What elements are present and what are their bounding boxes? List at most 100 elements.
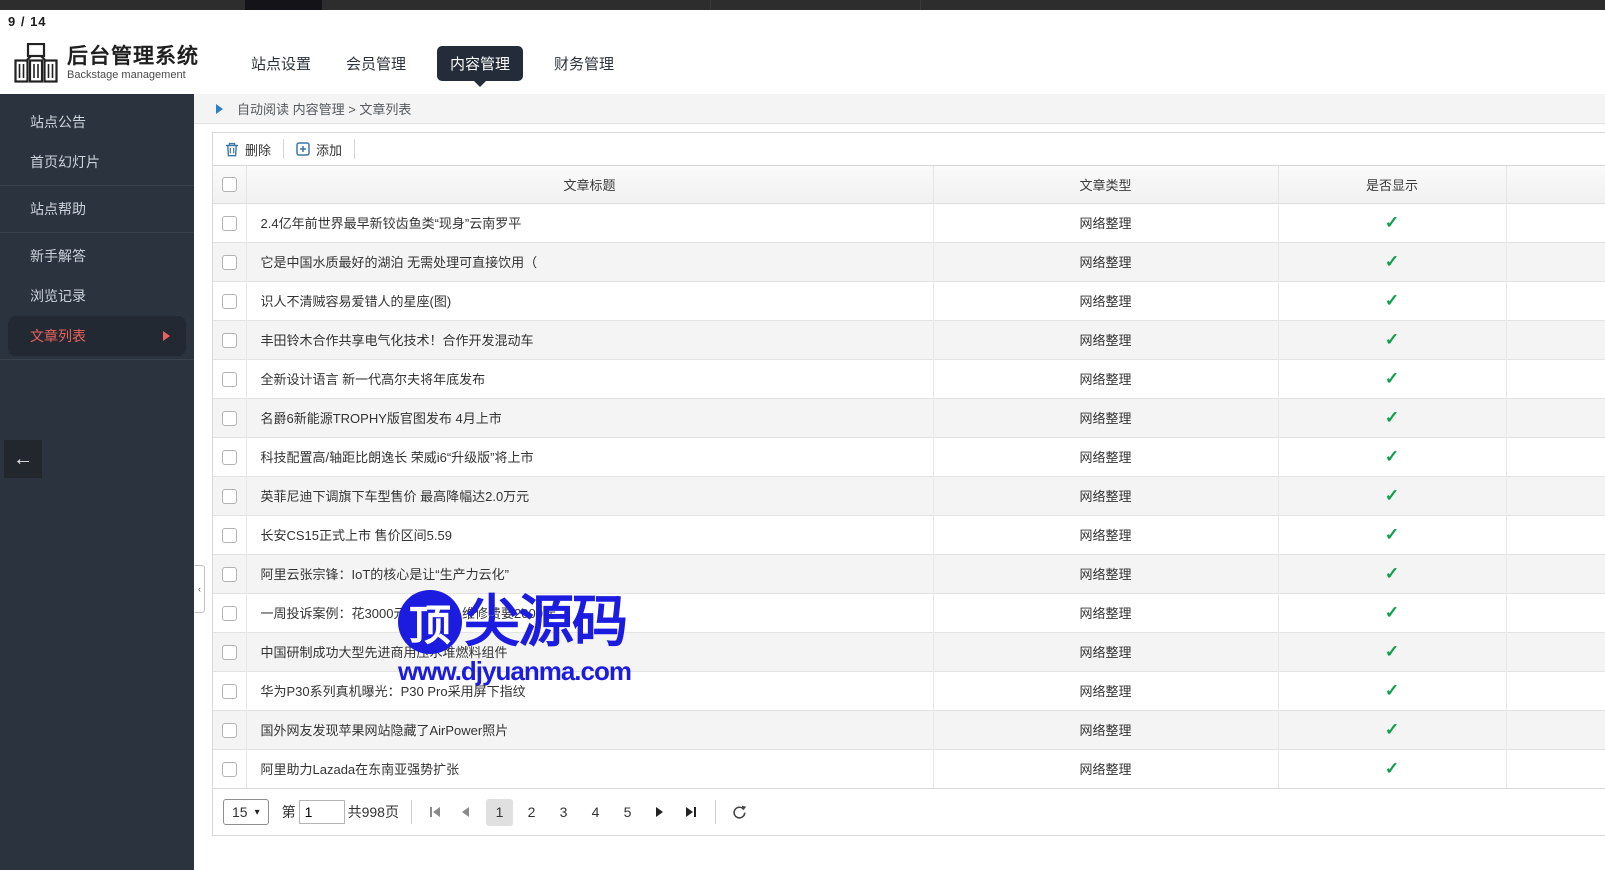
refresh-icon	[732, 805, 747, 820]
article-title-cell: 它是中国水质最好的湖泊 无需处理可直接饮用（	[246, 242, 933, 281]
back-arrow-icon: ←	[13, 448, 33, 471]
article-type-cell: 网络整理	[933, 749, 1278, 788]
sidebar-item-2[interactable]: 站点帮助	[0, 189, 194, 229]
nav-tabs: 站点设置 会员管理 内容管理 财务管理	[247, 46, 618, 81]
row-checkbox[interactable]	[222, 489, 237, 504]
check-icon: ✓	[1385, 486, 1399, 505]
content: 自动阅读 内容管理 > 文章列表 删除 添加	[194, 94, 1605, 870]
sidebar-item-label: 浏览记录	[30, 288, 86, 304]
column-header-type: 文章类型	[933, 166, 1278, 203]
check-icon: ✓	[1385, 330, 1399, 349]
article-title-cell: 科技配置高/轴距比朗逸长 荣威i6“升级版”将上市	[246, 437, 933, 476]
row-checkbox[interactable]	[222, 294, 237, 309]
check-icon: ✓	[1385, 252, 1399, 271]
page-number-button[interactable]: 3	[550, 799, 577, 826]
refresh-button[interactable]	[728, 800, 752, 824]
nav-tab-label: 会员管理	[346, 56, 406, 73]
check-icon: ✓	[1385, 447, 1399, 466]
row-checkbox[interactable]	[222, 567, 237, 582]
nav-tab-1[interactable]: 会员管理	[342, 46, 410, 81]
row-checkbox[interactable]	[222, 762, 237, 777]
next-page-button[interactable]	[648, 800, 672, 824]
delete-label: 删除	[245, 140, 271, 159]
row-checkbox[interactable]	[222, 216, 237, 231]
table-row: 阿里助力Lazada在东南亚强势扩张 网络整理 ✓	[213, 749, 1605, 788]
sidebar-item-4[interactable]: 浏览记录	[0, 276, 194, 316]
plus-square-icon	[296, 142, 310, 156]
browser-top-bar	[0, 0, 1605, 10]
pagination-separator	[715, 800, 716, 824]
first-page-button[interactable]	[424, 800, 448, 824]
article-type-cell: 网络整理	[933, 320, 1278, 359]
row-checkbox[interactable]	[222, 255, 237, 270]
row-checkbox[interactable]	[222, 333, 237, 348]
sidebar-item-1[interactable]: 首页幻灯片	[0, 142, 194, 182]
page-number-button[interactable]: 1	[486, 799, 513, 826]
row-checkbox[interactable]	[222, 528, 237, 543]
logo-text: 后台管理系统 Backstage management	[67, 45, 199, 82]
check-icon: ✓	[1385, 720, 1399, 739]
page-prefix-label: 第	[282, 802, 296, 822]
nav-tab-label: 财务管理	[554, 56, 614, 73]
page-number-button[interactable]: 4	[582, 799, 609, 826]
logo: 后台管理系统 Backstage management	[14, 43, 199, 83]
topbar-divider	[710, 0, 711, 10]
check-icon: ✓	[1385, 291, 1399, 310]
sidebar-item-3[interactable]: 新手解答	[0, 236, 194, 276]
sidebar: 站点公告 首页幻灯片 站点帮助 新手解答 浏览记录 文章列表 ←	[0, 94, 194, 870]
breadcrumb-text: 自动阅读 内容管理 > 文章列表	[237, 99, 411, 118]
check-icon: ✓	[1385, 603, 1399, 622]
page-size-select[interactable]: 15 ▾	[223, 799, 269, 825]
sidebar-divider	[0, 359, 194, 360]
sidebar-item-0[interactable]: 站点公告	[0, 102, 194, 142]
nav-tab-label: 内容管理	[450, 56, 510, 73]
add-button[interactable]: 添加	[284, 133, 354, 165]
sidebar-collapse-handle[interactable]: ‹	[195, 565, 205, 613]
next-page-icon	[653, 806, 666, 818]
row-checkbox[interactable]	[222, 606, 237, 621]
row-checkbox[interactable]	[222, 450, 237, 465]
table-row: 英菲尼迪下调旗下车型售价 最高降幅达2.0万元 网络整理 ✓	[213, 476, 1605, 515]
first-page-icon	[429, 806, 442, 818]
nav-tab-3[interactable]: 财务管理	[550, 46, 618, 81]
nav-tab-2[interactable]: 内容管理	[437, 46, 523, 81]
nav-tab-0[interactable]: 站点设置	[247, 46, 315, 81]
page-number-input[interactable]	[299, 800, 345, 824]
sidebar-item-label: 首页幻灯片	[30, 154, 100, 170]
row-checkbox[interactable]	[222, 684, 237, 699]
page-number-button[interactable]: 5	[614, 799, 641, 826]
prev-page-button[interactable]	[455, 800, 479, 824]
row-checkbox[interactable]	[222, 645, 237, 660]
article-title-cell: 阿里助力Lazada在东南亚强势扩张	[246, 749, 933, 788]
article-type-cell: 网络整理	[933, 554, 1278, 593]
row-checkbox[interactable]	[222, 372, 237, 387]
table-row: 识人不清贼容易爱错人的星座(图) 网络整理 ✓	[213, 281, 1605, 320]
check-icon: ✓	[1385, 642, 1399, 661]
check-icon: ✓	[1385, 213, 1399, 232]
back-button[interactable]: ←	[4, 440, 42, 478]
article-type-cell: 网络整理	[933, 242, 1278, 281]
prev-page-icon	[460, 806, 473, 818]
article-title-cell: 丰田铃木合作共享电气化技术！合作开发混动车	[246, 320, 933, 359]
select-all-checkbox[interactable]	[222, 177, 237, 192]
app-title: 后台管理系统	[67, 45, 199, 69]
page-number-button[interactable]: 2	[518, 799, 545, 826]
page-size-value: 15	[232, 804, 248, 820]
article-title-cell: 2.4亿年前世界最早新铰齿鱼类“现身”云南罗平	[246, 203, 933, 242]
article-type-cell: 网络整理	[933, 476, 1278, 515]
table-row: 中国研制成功大型先进商用压水堆燃料组件 网络整理 ✓	[213, 632, 1605, 671]
nav-tab-label: 站点设置	[251, 56, 311, 73]
article-title-cell: 华为P30系列真机曝光：P30 Pro采用屏下指纹	[246, 671, 933, 710]
last-page-icon	[684, 806, 697, 818]
row-checkbox[interactable]	[222, 723, 237, 738]
table-row: 一周投诉案例：花3000元买块手表 维修费要2000元 网络整理 ✓	[213, 593, 1605, 632]
sidebar-item-5[interactable]: 文章列表	[8, 316, 186, 356]
browser-tab-segment	[245, 0, 322, 10]
delete-button[interactable]: 删除	[213, 133, 283, 165]
article-type-cell: 网络整理	[933, 398, 1278, 437]
breadcrumb: 自动阅读 内容管理 > 文章列表	[194, 94, 1605, 124]
last-page-button[interactable]	[679, 800, 703, 824]
sidebar-item-label: 新手解答	[30, 248, 86, 264]
breadcrumb-arrow-icon	[216, 104, 223, 114]
row-checkbox[interactable]	[222, 411, 237, 426]
